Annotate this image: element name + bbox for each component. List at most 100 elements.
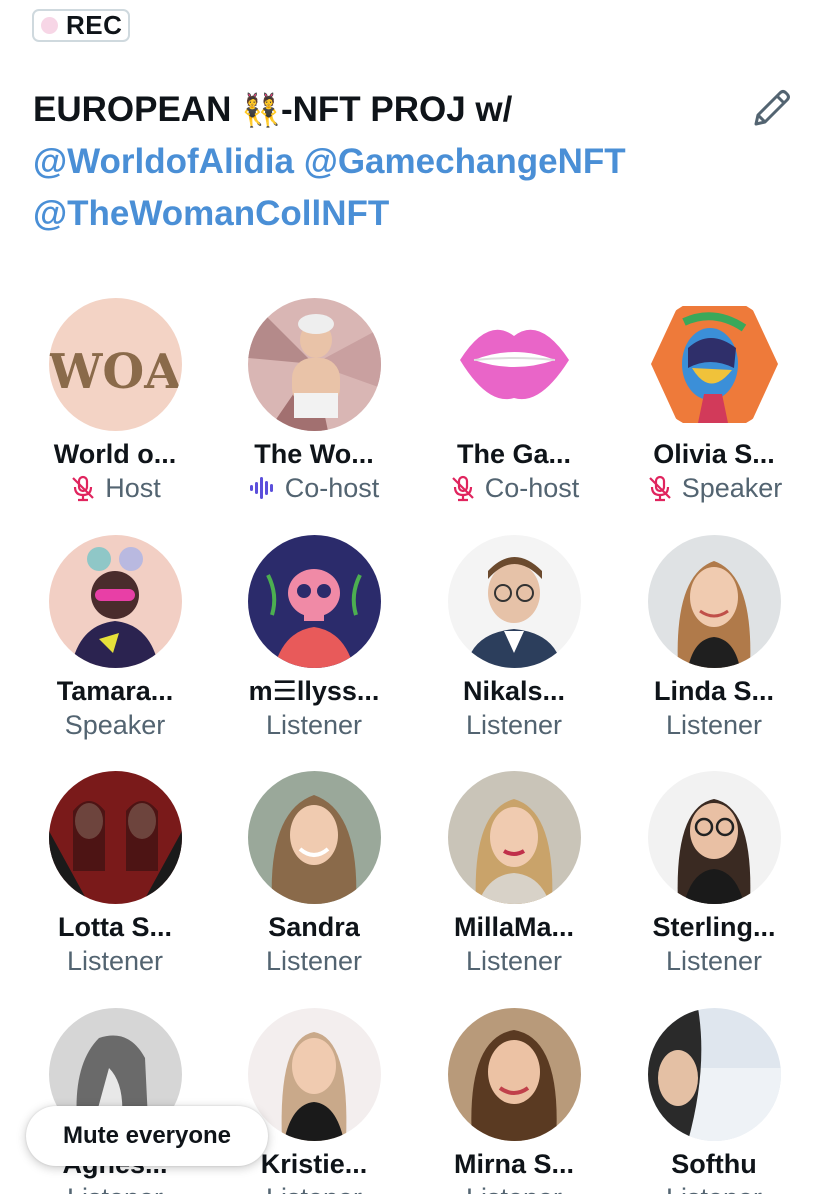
avatar-image (647, 1008, 781, 1141)
mic-muted-icon (648, 475, 671, 502)
participant-role: Co-host (449, 471, 580, 505)
recording-badge: REC (32, 9, 130, 42)
participant-role: Co-host (249, 471, 380, 505)
participant-role: Listener (666, 708, 762, 742)
avatar-image (48, 535, 182, 668)
avatar-image (647, 535, 781, 668)
title-text-part: EUROPEAN (33, 90, 242, 129)
role-label: Listener (265, 710, 363, 740)
avatar[interactable] (447, 1008, 581, 1141)
svg-text:WOA: WOA (49, 344, 182, 400)
title-line-3: @TheWomanCollNFT (33, 188, 733, 240)
participant-card[interactable]: Sandra Listener (214, 771, 414, 1007)
participant-name: m☰llyss... (248, 676, 380, 706)
avatar-image (247, 1008, 381, 1141)
recording-label: REC (66, 10, 123, 40)
participant-role: Listener (67, 1181, 163, 1194)
avatar[interactable] (247, 1008, 381, 1141)
participant-card[interactable]: The Wo... Co-host (214, 298, 414, 534)
participant-name: Olivia S... (653, 439, 775, 469)
avatar[interactable]: WOA (48, 298, 182, 431)
title-line-1: EUROPEAN 👯-NFT PROJ w/ (33, 84, 733, 136)
avatar-image (247, 771, 381, 904)
participant-name: MillaMa... (453, 912, 575, 942)
participant-card[interactable]: The Ga... Co-host (414, 298, 614, 534)
avatar[interactable] (48, 535, 182, 668)
participant-card[interactable]: m☰llyss... Listener (214, 535, 414, 771)
role-label: Listener (465, 946, 563, 976)
participant-card[interactable]: Agnes... Listener (15, 1008, 215, 1194)
space-title: EUROPEAN 👯-NFT PROJ w/ @WorldofAlidia @G… (33, 84, 733, 240)
participant-role: Listener (266, 708, 362, 742)
title-text-part: -NFT PROJ w/ (280, 90, 513, 129)
participant-role: Host (69, 471, 161, 505)
avatar-image (647, 771, 781, 904)
avatar[interactable] (447, 771, 581, 904)
role-label: Co-host (484, 473, 580, 503)
mic-muted-icon (72, 475, 95, 502)
avatar[interactable] (447, 535, 581, 668)
title-line-2: @WorldofAlidia @GamechangeNFT (33, 136, 733, 188)
avatar[interactable] (647, 298, 781, 431)
recording-dot-icon (41, 17, 58, 34)
mute-everyone-button[interactable]: Mute everyone (26, 1106, 268, 1166)
avatar[interactable] (647, 1008, 781, 1141)
mention-link[interactable]: @TheWomanCollNFT (33, 194, 389, 233)
participant-role: Listener (466, 944, 562, 978)
avatar-image (447, 771, 581, 904)
avatar-image (447, 1008, 581, 1141)
role-label: Listener (265, 946, 363, 976)
edit-title-button[interactable] (748, 84, 796, 132)
avatar[interactable] (48, 771, 182, 904)
participant-name: Tamara... (56, 676, 174, 706)
participant-role: Speaker (646, 471, 783, 505)
participant-name: Nikals... (462, 676, 566, 706)
participant-card[interactable]: WOA World o... Host (15, 298, 215, 534)
avatar[interactable] (247, 771, 381, 904)
avatar[interactable] (647, 535, 781, 668)
participant-card[interactable]: Sterling... Listener (614, 771, 814, 1007)
participant-name: World o... (53, 439, 177, 469)
role-label: Listener (266, 1181, 362, 1194)
role-label: Listener (665, 710, 763, 740)
participant-card[interactable]: Linda S... Listener (614, 535, 814, 771)
participant-card[interactable]: Kristie... Listener (214, 1008, 414, 1194)
avatar[interactable] (247, 535, 381, 668)
participant-card[interactable]: Mirna S... Listener (414, 1008, 614, 1194)
participant-name: The Ga... (456, 439, 572, 469)
participant-name: Softhu (671, 1149, 757, 1179)
avatar[interactable] (247, 298, 381, 431)
role-label: Listener (67, 1181, 163, 1194)
mention-link[interactable]: @GamechangeNFT (304, 142, 626, 181)
role-label: Speaker (64, 710, 166, 740)
role-label: Host (105, 473, 161, 503)
avatar[interactable] (647, 771, 781, 904)
participant-card[interactable]: Nikals... Listener (414, 535, 614, 771)
pencil-icon (754, 90, 790, 126)
participant-name: Sandra (268, 912, 360, 942)
avatar-image (247, 535, 381, 668)
avatar-image (447, 535, 581, 668)
role-label: Co-host (284, 473, 380, 503)
participant-card[interactable]: Olivia S... Speaker (614, 298, 814, 534)
participant-card[interactable]: Tamara... Speaker (15, 535, 215, 771)
avatar-image (647, 298, 781, 431)
mention-link[interactable]: @WorldofAlidia (33, 142, 294, 181)
participant-name: Linda S... (653, 676, 774, 706)
role-label: Listener (665, 946, 763, 976)
participant-role: Listener (266, 944, 362, 978)
participant-card[interactable]: Lotta S... Listener (15, 771, 215, 1007)
speaking-wave-icon (249, 477, 273, 499)
participant-role: Listener (666, 1181, 762, 1194)
avatar-image (447, 298, 581, 431)
participant-role: Listener (466, 1181, 562, 1194)
avatar[interactable] (447, 298, 581, 431)
participant-role: Listener (266, 1181, 362, 1194)
participant-role: Speaker (65, 708, 166, 742)
participant-card[interactable]: MillaMa... Listener (414, 771, 614, 1007)
participant-name: Sterling... (652, 912, 776, 942)
participant-role: Listener (666, 944, 762, 978)
role-label: Speaker (681, 473, 783, 503)
role-label: Listener (66, 946, 164, 976)
participant-card[interactable]: Softhu Listener (614, 1008, 814, 1194)
